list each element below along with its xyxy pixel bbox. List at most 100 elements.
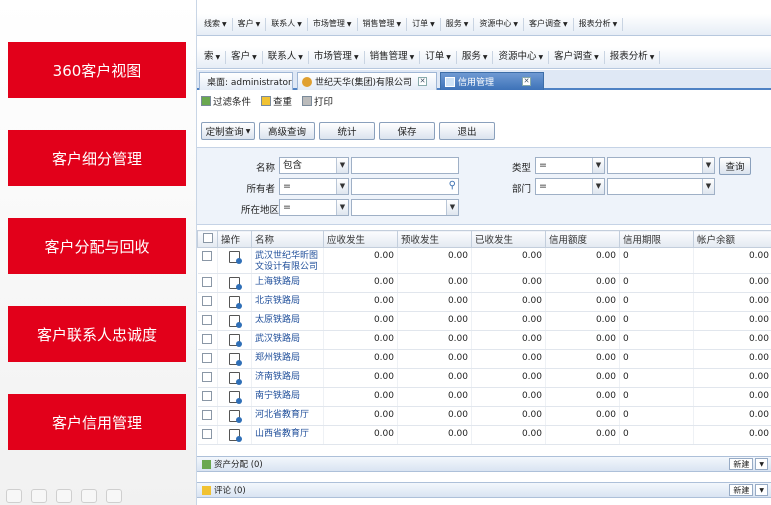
menu-item[interactable]: 线索 ▼ [199, 18, 233, 31]
table-row[interactable]: 山西省教育厅 0.00 0.00 0.00 0.00 0 0.00 [197, 425, 771, 445]
table-row[interactable]: 南宁铁路局 0.00 0.00 0.00 0.00 0 0.00 [197, 387, 771, 407]
customer-name-link[interactable]: 山西省教育厅 [251, 425, 324, 445]
row-action[interactable] [217, 368, 252, 388]
row-action[interactable] [217, 330, 252, 350]
column-header[interactable]: 已收发生 [471, 230, 546, 248]
edit-icon[interactable] [229, 372, 242, 385]
table-row[interactable]: 上海铁路局 0.00 0.00 0.00 0.00 0 0.00 [197, 273, 771, 293]
menu-item[interactable]: 客户调查 ▼ [549, 51, 605, 64]
save-button[interactable]: 保存 [379, 122, 435, 140]
edit-icon[interactable] [229, 410, 242, 423]
slide-button-segmentation[interactable]: 客户细分管理 [8, 130, 186, 186]
table-row[interactable]: 济南铁路局 0.00 0.00 0.00 0.00 0 0.00 [197, 368, 771, 388]
select-all-checkbox[interactable] [197, 230, 218, 248]
exit-button[interactable]: 退出 [439, 122, 495, 140]
stats-button[interactable]: 统计 [319, 122, 375, 140]
edit-icon[interactable] [229, 315, 242, 328]
slides-icon[interactable] [31, 489, 47, 503]
edit-icon[interactable] [229, 251, 242, 264]
new-button[interactable]: 新建 [729, 458, 754, 470]
slide-button-loyalty[interactable]: 客户联系人忠诚度 [8, 306, 186, 362]
table-row[interactable]: 太原铁路局 0.00 0.00 0.00 0.00 0 0.00 [197, 311, 771, 331]
filter-conditions-button[interactable]: 过滤条件 [201, 94, 251, 108]
tab-desktop[interactable]: 桌面: administrator [199, 72, 293, 90]
column-header[interactable]: 操作 [217, 230, 252, 248]
advanced-query-button[interactable]: 高级查询 [259, 122, 315, 140]
edit-icon[interactable] [229, 391, 242, 404]
lookup-search-icon[interactable]: ⚲ [449, 180, 456, 191]
customer-name-link[interactable]: 武汉世纪华昕图文设计有限公司 [251, 247, 324, 274]
row-action[interactable] [217, 311, 252, 331]
chevron-down-icon[interactable]: ▼ [755, 484, 768, 496]
customer-name-link[interactable]: 济南铁路局 [251, 368, 324, 388]
column-header[interactable]: 信用期限 [619, 230, 694, 248]
row-checkbox[interactable] [197, 406, 218, 426]
department-select[interactable]: ▼ [607, 178, 715, 195]
table-row[interactable]: 河北省教育厅 0.00 0.00 0.00 0.00 0 0.00 [197, 406, 771, 426]
region-operator-select[interactable]: = ▼ [279, 199, 349, 216]
name-operator-select[interactable]: 包含 ▼ [279, 157, 349, 174]
name-input[interactable] [351, 157, 459, 174]
customer-name-link[interactable]: 北京铁路局 [251, 292, 324, 312]
menu-item[interactable]: 资源中心 ▼ [474, 18, 524, 31]
row-action[interactable] [217, 247, 252, 274]
close-icon[interactable]: ✕ [522, 77, 532, 86]
pen-icon[interactable] [6, 489, 22, 503]
menu-item[interactable]: 销售管理 ▼ [365, 51, 421, 64]
close-icon[interactable]: ✕ [418, 77, 428, 86]
row-checkbox[interactable] [197, 368, 218, 388]
row-checkbox[interactable] [197, 425, 218, 445]
new-button[interactable]: 新建 [729, 484, 754, 496]
customer-name-link[interactable]: 上海铁路局 [251, 273, 324, 293]
department-operator-select[interactable]: = ▼ [535, 178, 605, 195]
customer-name-link[interactable]: 南宁铁路局 [251, 387, 324, 407]
row-checkbox[interactable] [197, 273, 218, 293]
row-action[interactable] [217, 406, 252, 426]
edit-icon[interactable] [229, 334, 242, 347]
tab-credit[interactable]: 信用管理 ✕ [440, 72, 544, 90]
row-checkbox[interactable] [197, 247, 218, 274]
region-select[interactable]: ▼ [351, 199, 459, 216]
menu-item[interactable]: 联系人 ▼ [266, 18, 308, 31]
assets-panel-bar[interactable]: 资产分配 (0) 新建 ▼ [197, 456, 771, 472]
pointer-icon[interactable] [106, 489, 122, 503]
slide-button-360-view[interactable]: 360客户视图 [8, 42, 186, 98]
menu-item[interactable]: 订单 ▼ [420, 51, 457, 64]
customer-name-link[interactable]: 郑州铁路局 [251, 349, 324, 369]
customer-name-link[interactable]: 太原铁路局 [251, 311, 324, 331]
eraser-icon[interactable] [81, 489, 97, 503]
slide-button-allocation[interactable]: 客户分配与回收 [8, 218, 186, 274]
menu-item[interactable]: 服务 ▼ [457, 51, 494, 64]
edit-icon[interactable] [229, 429, 242, 442]
dedupe-button[interactable]: 查重 [261, 94, 292, 108]
type-select[interactable]: ▼ [607, 157, 715, 174]
table-row[interactable]: 武汉世纪华昕图文设计有限公司 0.00 0.00 0.00 0.00 0 0.00 [197, 247, 771, 274]
slide-button-credit[interactable]: 客户信用管理 [8, 394, 186, 450]
menu-item[interactable]: 报表分析 ▼ [574, 18, 624, 31]
row-action[interactable] [217, 387, 252, 407]
menu-item[interactable]: 索 ▼ [199, 51, 227, 64]
row-action[interactable] [217, 273, 252, 293]
menu-item[interactable]: 市场管理 ▼ [309, 51, 365, 64]
row-checkbox[interactable] [197, 311, 218, 331]
custom-query-button[interactable]: 定制查询 ▼ [201, 122, 255, 140]
table-row[interactable]: 武汉铁路局 0.00 0.00 0.00 0.00 0 0.00 [197, 330, 771, 350]
row-action[interactable] [217, 425, 252, 445]
table-row[interactable]: 北京铁路局 0.00 0.00 0.00 0.00 0 0.00 [197, 292, 771, 312]
column-header[interactable]: 帐户余额 [693, 230, 771, 248]
owner-operator-select[interactable]: = ▼ [279, 178, 349, 195]
menu-item[interactable]: 市场管理 ▼ [308, 18, 358, 31]
edit-icon[interactable] [229, 296, 242, 309]
owner-input[interactable]: ⚲ [351, 178, 459, 195]
menu-item[interactable]: 服务 ▼ [441, 18, 475, 31]
edit-icon[interactable] [229, 353, 242, 366]
menu-item[interactable]: 客户调查 ▼ [524, 18, 574, 31]
row-checkbox[interactable] [197, 387, 218, 407]
comments-panel-bar[interactable]: 评论 (0) 新建 ▼ [197, 482, 771, 498]
customer-name-link[interactable]: 武汉铁路局 [251, 330, 324, 350]
menu-item[interactable]: 客户 ▼ [233, 18, 267, 31]
column-header[interactable]: 应收发生 [323, 230, 398, 248]
column-header[interactable]: 预收发生 [397, 230, 472, 248]
chevron-down-icon[interactable]: ▼ [755, 458, 768, 470]
menu-item[interactable]: 客户 ▼ [226, 51, 263, 64]
